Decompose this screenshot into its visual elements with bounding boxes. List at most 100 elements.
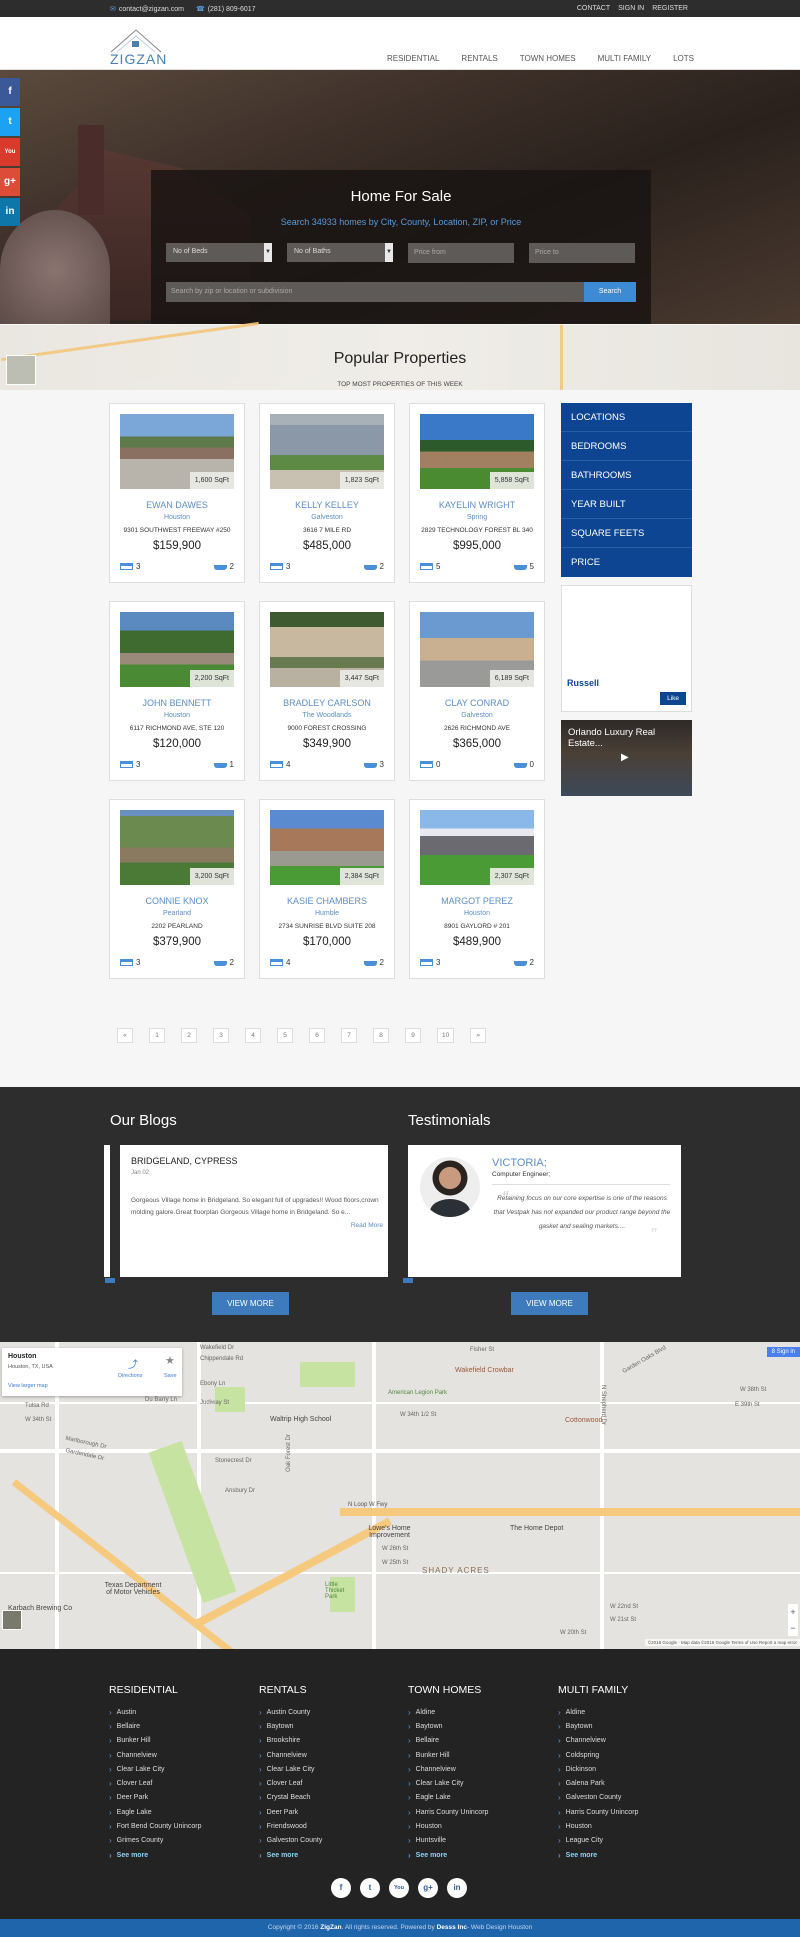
map-poi[interactable]: Lowe's Home Improvement xyxy=(362,1525,417,1539)
save-link[interactable]: Save xyxy=(164,1373,177,1379)
footer-link[interactable]: Channelview xyxy=(408,1762,548,1776)
facebook-icon[interactable]: f xyxy=(0,78,20,106)
page-3[interactable]: 3 xyxy=(213,1028,229,1043)
property-city[interactable]: The Woodlands xyxy=(260,712,394,719)
twitter-icon[interactable]: t xyxy=(360,1878,380,1898)
menu-bedrooms[interactable]: BEDROOMS xyxy=(561,432,692,461)
footer-link[interactable]: Crystal Beach xyxy=(259,1791,399,1805)
footer-link[interactable]: Baytown xyxy=(558,1719,698,1733)
menu-bathrooms[interactable]: BATHROOMS xyxy=(561,461,692,490)
map-poi[interactable]: Little Thicket Park xyxy=(325,1582,355,1600)
footer-link[interactable]: Eagle Lake xyxy=(109,1805,249,1819)
brand-link[interactable]: ZigZan xyxy=(320,1924,341,1931)
youtube-icon[interactable]: You xyxy=(0,138,20,166)
register-link[interactable]: REGISTER xyxy=(652,5,688,12)
youtube-icon[interactable]: You xyxy=(389,1878,409,1898)
property-photo[interactable]: 1,600 SqFt xyxy=(120,414,234,489)
beds-select[interactable]: No of Beds ▼ xyxy=(166,243,272,262)
google-plus-icon[interactable]: g+ xyxy=(418,1878,438,1898)
footer-link[interactable]: Clear Lake City xyxy=(259,1762,399,1776)
nav-lots[interactable]: LOTS xyxy=(673,54,694,63)
property-agent-name[interactable]: JOHN BENNETT xyxy=(110,698,244,708)
property-photo[interactable]: 2,200 SqFt xyxy=(120,612,234,687)
property-card[interactable]: 3,447 SqFt BRADLEY CARLSON The Woodlands 90… xyxy=(259,601,395,781)
footer-link[interactable]: Austin County xyxy=(259,1705,399,1719)
see-more-link[interactable]: See more xyxy=(558,1848,698,1862)
map-poi[interactable]: Texas Department of Motor Vehicles xyxy=(103,1582,163,1596)
play-icon[interactable]: ▶ xyxy=(621,752,629,763)
property-photo[interactable]: 3,200 SqFt xyxy=(120,810,234,885)
page-6[interactable]: 6 xyxy=(309,1028,325,1043)
baths-select[interactable]: No of Baths ▼ xyxy=(287,243,393,262)
menu-square-feets[interactable]: SQUARE FEETS xyxy=(561,519,692,548)
directions-link[interactable]: Directions xyxy=(118,1373,142,1379)
fb-page-name[interactable]: Russell xyxy=(567,678,599,688)
page-1[interactable]: 1 xyxy=(149,1028,165,1043)
sign-in-link[interactable]: SIGN IN xyxy=(618,5,644,12)
footer-link[interactable]: Baytown xyxy=(259,1719,399,1733)
footer-link[interactable]: Aldine xyxy=(408,1705,548,1719)
page-prev[interactable]: « xyxy=(117,1028,133,1043)
page-5[interactable]: 5 xyxy=(277,1028,293,1043)
nav-town-homes[interactable]: TOWN HOMES xyxy=(520,54,576,63)
property-agent-name[interactable]: KASIE CHAMBERS xyxy=(260,896,394,906)
property-city[interactable]: Houston xyxy=(110,514,244,521)
footer-link[interactable]: Channelview xyxy=(259,1748,399,1762)
property-city[interactable]: Humble xyxy=(260,910,394,917)
property-card[interactable]: 5,858 SqFt KAYELIN WRIGHT Spring 2829 TECHN… xyxy=(409,403,545,583)
facebook-icon[interactable]: f xyxy=(331,1878,351,1898)
property-agent-name[interactable]: KAYELIN WRIGHT xyxy=(410,500,544,510)
footer-link[interactable]: Austin xyxy=(109,1705,249,1719)
property-card[interactable]: 2,200 SqFt JOHN BENNETT Houston 6117 RICHMO… xyxy=(109,601,245,781)
contact-link[interactable]: CONTACT xyxy=(577,5,610,12)
view-larger-map-link[interactable]: View larger map xyxy=(8,1383,48,1389)
menu-locations[interactable]: LOCATIONS xyxy=(561,403,692,432)
property-agent-name[interactable]: CLAY CONRAD xyxy=(410,698,544,708)
property-photo[interactable]: 2,307 SqFt xyxy=(420,810,534,885)
nav-rentals[interactable]: RENTALS xyxy=(461,54,497,63)
see-more-link[interactable]: See more xyxy=(408,1848,548,1862)
footer-link[interactable]: Deer Park xyxy=(109,1791,249,1805)
map-poi[interactable]: Cottonwood xyxy=(565,1417,602,1424)
footer-link[interactable]: Bunker Hill xyxy=(109,1734,249,1748)
menu-price[interactable]: PRICE xyxy=(561,548,692,577)
street-view-thumbnail[interactable] xyxy=(2,1610,22,1630)
linkedin-icon[interactable]: in xyxy=(447,1878,467,1898)
blog-scrollbar[interactable] xyxy=(104,1145,110,1277)
price-to-input[interactable]: Price to xyxy=(529,243,635,263)
footer-link[interactable]: Coldspring xyxy=(558,1748,698,1762)
footer-link[interactable]: Houston xyxy=(408,1819,548,1833)
property-card[interactable]: 1,823 SqFt KELLY KELLEY Galveston 3616 7 MI… xyxy=(259,403,395,583)
blogs-view-more-button[interactable]: VIEW MORE xyxy=(212,1292,289,1315)
footer-link[interactable]: Galveston County xyxy=(259,1834,399,1848)
page-9[interactable]: 9 xyxy=(405,1028,421,1043)
page-7[interactable]: 7 xyxy=(341,1028,357,1043)
footer-link[interactable]: Friendswood xyxy=(259,1819,399,1833)
star-icon[interactable]: ★ xyxy=(165,1354,175,1367)
page-8[interactable]: 8 xyxy=(373,1028,389,1043)
footer-link[interactable]: Eagle Lake xyxy=(408,1791,548,1805)
footer-link[interactable]: Huntsville xyxy=(408,1834,548,1848)
property-agent-name[interactable]: BRADLEY CARLSON xyxy=(260,698,394,708)
page-2[interactable]: 2 xyxy=(181,1028,197,1043)
property-city[interactable]: Houston xyxy=(410,910,544,917)
footer-link[interactable]: Channelview xyxy=(558,1734,698,1748)
property-city[interactable]: Pearland xyxy=(110,910,244,917)
footer-link[interactable]: Bunker Hill xyxy=(408,1748,548,1762)
footer-link[interactable]: Galena Park xyxy=(558,1776,698,1790)
footer-link[interactable]: Harris County Unincorp xyxy=(408,1805,548,1819)
footer-link[interactable]: Deer Park xyxy=(259,1805,399,1819)
property-card[interactable]: 1,600 SqFt EWAN DAWES Houston 9301 SOUTHWES… xyxy=(109,403,245,583)
see-more-link[interactable]: See more xyxy=(109,1848,249,1862)
read-more-link[interactable]: Read More xyxy=(351,1222,383,1229)
logo[interactable]: ZIGZAN xyxy=(108,27,166,67)
footer-link[interactable]: Clear Lake City xyxy=(109,1762,249,1776)
nav-residential[interactable]: RESIDENTIAL xyxy=(387,54,439,63)
footer-link[interactable]: Aldine xyxy=(558,1705,698,1719)
map-poi[interactable]: American Legion Park xyxy=(388,1390,447,1396)
footer-link[interactable]: Fort Bend County Unincorp xyxy=(109,1819,249,1833)
property-card[interactable]: 6,189 SqFt CLAY CONRAD Galveston 2626 RICHM… xyxy=(409,601,545,781)
property-agent-name[interactable]: CONNIE KNOX xyxy=(110,896,244,906)
page-10[interactable]: 10 xyxy=(437,1028,455,1043)
property-photo[interactable]: 2,384 SqFt xyxy=(270,810,384,885)
